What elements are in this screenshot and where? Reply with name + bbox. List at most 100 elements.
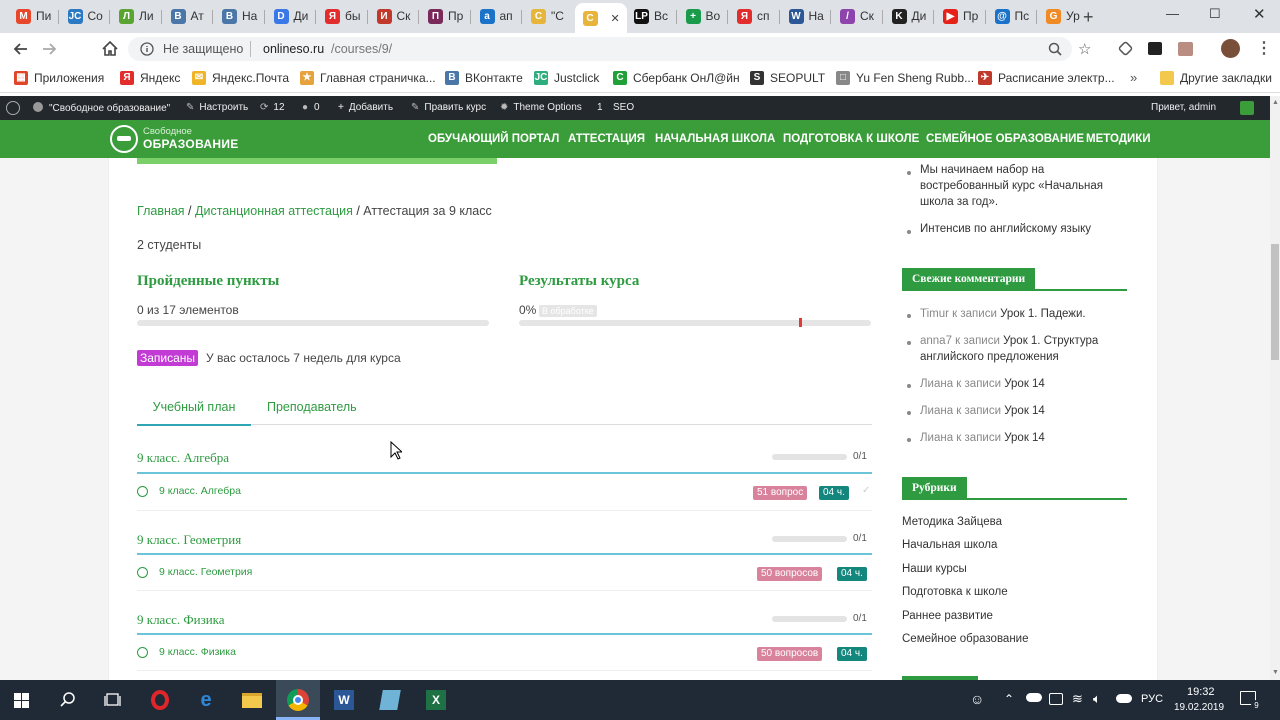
edge-icon[interactable]: e <box>194 688 218 712</box>
category-link[interactable]: Семейное образование <box>902 633 1029 645</box>
extension-black-icon[interactable] <box>1148 42 1162 55</box>
browser-tab[interactable]: + Во <box>678 5 727 27</box>
breadcrumb-category[interactable]: Дистанционная аттестация <box>195 204 353 218</box>
hidden-icons-chevron-icon[interactable]: ⌃ <box>1004 692 1014 706</box>
bookmark-item[interactable]: ✈ Расписание электр... <box>978 71 1115 85</box>
zoom-search-icon[interactable] <box>1048 42 1062 56</box>
nav-school-prep[interactable]: ПОДГОТОВКА К ШКОЛЕ <box>783 133 919 145</box>
browser-tab[interactable]: W На <box>781 5 830 27</box>
comment-entry[interactable]: Лиана к записи Урок 14 <box>920 376 1045 392</box>
comment-entry[interactable]: Лиана к записи Урок 14 <box>920 430 1045 446</box>
bookmark-item[interactable]: ▦ Приложения <box>14 71 104 85</box>
search-icon[interactable] <box>60 692 76 708</box>
scroll-down-arrow-icon[interactable]: ▼ <box>1272 669 1279 676</box>
wordpress-logo-icon[interactable] <box>6 101 20 115</box>
browser-tab[interactable]: И Ск <box>369 5 418 27</box>
browser-tab[interactable]: a ап <box>472 5 521 27</box>
browser-tab[interactable]: D Ди <box>266 5 315 27</box>
comment-post-link[interactable]: Урок 14 <box>1004 432 1045 444</box>
wp-theme-options-link[interactable]: ✹ Theme Options <box>500 102 582 113</box>
clock-date[interactable]: 19.02.2019 <box>1174 702 1224 713</box>
opera-icon[interactable] <box>148 688 172 712</box>
section-title[interactable]: 9 класс. Физика <box>137 612 225 628</box>
nav-attestation[interactable]: АТТЕСТАЦИЯ <box>568 133 645 145</box>
extension-pdf-icon[interactable] <box>1178 42 1193 56</box>
category-link[interactable]: Раннее развитие <box>902 610 993 622</box>
comment-entry[interactable]: Timur к записи Урок 1. Падежи. <box>920 306 1086 322</box>
browser-tab[interactable]: Ясп <box>729 5 778 27</box>
close-tab-icon[interactable]: ✕ <box>611 12 620 25</box>
chrome-taskbar-active[interactable] <box>276 680 320 720</box>
admin-avatar[interactable] <box>1240 101 1254 115</box>
browser-menu-icon[interactable]: ⋮ <box>1256 38 1272 58</box>
section-title[interactable]: 9 класс. Геометрия <box>137 532 241 548</box>
section-title[interactable]: 9 класс. Алгебра <box>137 450 229 466</box>
scrollbar-thumb[interactable] <box>1271 244 1279 360</box>
clock-time[interactable]: 19:32 <box>1187 686 1215 698</box>
battery-icon[interactable] <box>1049 693 1063 705</box>
browser-tab[interactable]: ▶ Пр <box>935 5 984 27</box>
nav-primary-school[interactable]: НАЧАЛЬНАЯ ШКОЛА <box>655 133 775 145</box>
lesson-link[interactable]: 9 класс. Алгебра <box>159 485 241 497</box>
browser-tab-active[interactable]: С ✕ <box>574 3 627 33</box>
tab-curriculum[interactable]: Учебный план <box>137 399 251 426</box>
browser-tab[interactable]: G Ур <box>1038 5 1087 27</box>
category-link[interactable]: Методика Зайцева <box>902 516 1002 528</box>
wp-site-link[interactable]: "Свободное образование" <box>33 102 170 114</box>
wifi-icon[interactable]: ≋ <box>1072 691 1083 707</box>
browser-tab[interactable]: Ябы <box>317 5 366 27</box>
nav-methods[interactable]: МЕТОДИКИ <box>1086 133 1151 145</box>
category-link[interactable]: Наши курсы <box>902 563 967 575</box>
forward-arrow-icon[interactable] <box>42 42 58 56</box>
bookmark-item[interactable]: □ Yu Fen Sheng Rubb... <box>836 71 974 85</box>
task-view-icon[interactable] <box>104 692 121 708</box>
comment-post-link[interactable]: Урок 1. Падежи. <box>1000 308 1086 320</box>
comment-entry[interactable]: Лиана к записи Урок 14 <box>920 403 1045 419</box>
browser-tab[interactable]: @ Пс <box>987 5 1036 27</box>
browser-tab[interactable]: LP Вс <box>626 5 675 27</box>
windows-start-icon[interactable] <box>14 693 30 709</box>
comment-post-link[interactable]: Урок 14 <box>1004 378 1045 390</box>
extension-drive-icon[interactable] <box>1117 40 1134 57</box>
bookmark-star-icon[interactable]: ☆ <box>1078 40 1091 58</box>
browser-tab[interactable]: / Ск <box>832 5 881 27</box>
browser-tab[interactable]: JC Co <box>60 5 109 27</box>
bookmark-item[interactable]: В ВКонтакте <box>445 71 523 85</box>
cloud-sync-icon[interactable] <box>1116 694 1132 703</box>
tab-teacher[interactable]: Преподаватель <box>267 400 357 414</box>
bookmark-item[interactable]: ✉ Яндекс.Почта <box>192 71 289 85</box>
comment-entry[interactable]: anna7 к записи Урок 1. Структура английс… <box>920 333 1120 365</box>
browser-tab[interactable]: В На <box>214 5 263 27</box>
onedrive-icon[interactable] <box>1026 693 1042 702</box>
nav-family-education[interactable]: СЕМЕЙНОЕ ОБРАЗОВАНИЕ <box>926 133 1084 145</box>
scroll-up-arrow-icon[interactable]: ▲ <box>1272 99 1279 106</box>
bookmark-item[interactable]: JC Justclick <box>534 71 599 85</box>
close-window-button[interactable]: ✕ <box>1253 5 1266 23</box>
wp-customize-link[interactable]: ✎ Настроить <box>186 102 248 113</box>
news-link[interactable]: Интенсив по английскому языку <box>920 221 1091 237</box>
wp-edit-course-link[interactable]: ✎ Править курс <box>411 102 486 113</box>
site-logo-icon[interactable] <box>110 125 138 153</box>
excel-icon[interactable]: X <box>424 688 448 712</box>
input-language[interactable]: РУС <box>1141 693 1163 705</box>
browser-tab[interactable]: M Пи <box>8 5 57 27</box>
lesson-link[interactable]: 9 класс. Геометрия <box>159 566 252 578</box>
bookmark-item[interactable]: ★ Главная страничка... <box>300 71 436 85</box>
browser-tab[interactable]: С "С <box>523 5 572 27</box>
new-tab-button[interactable]: + <box>1083 7 1094 28</box>
comment-post-link[interactable]: Урок 14 <box>1004 405 1045 417</box>
wp-updates-link[interactable]: ⟳ 12 <box>260 102 285 113</box>
browser-tab[interactable]: В Ат <box>163 5 212 27</box>
page-scrollbar[interactable]: ▲ ▼ <box>1270 96 1280 680</box>
browser-tab[interactable]: K Ди <box>884 5 933 27</box>
wp-comments-link[interactable]: ● 0 <box>302 102 320 113</box>
back-arrow-icon[interactable] <box>12 42 28 56</box>
lesson-link[interactable]: 9 класс. Физика <box>159 646 236 658</box>
nav-portal[interactable]: ОБУЧАЮЩИЙ ПОРТАЛ <box>428 133 559 145</box>
minimize-button[interactable]: — <box>1166 6 1179 21</box>
other-bookmarks-folder[interactable]: Другие закладки <box>1160 71 1272 85</box>
home-icon[interactable] <box>101 40 119 57</box>
browser-tab[interactable]: Л Ли <box>111 5 160 27</box>
volume-icon[interactable]: 🔈︎ <box>1093 691 1101 707</box>
wp-seo-link[interactable]: SEO <box>613 102 634 113</box>
